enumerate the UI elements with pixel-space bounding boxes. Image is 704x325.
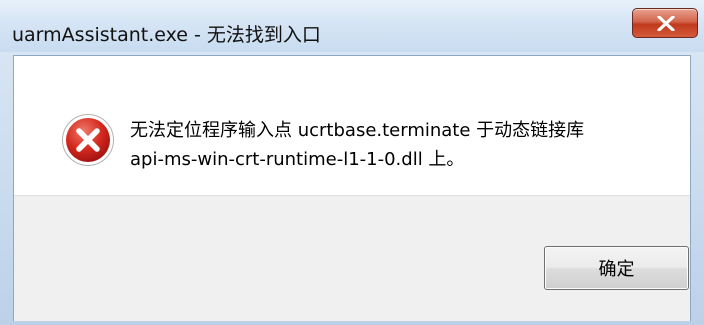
ok-button[interactable]: 确定 bbox=[544, 246, 689, 290]
button-bar: 确定 bbox=[14, 195, 690, 321]
title-bar[interactable]: uarmAssistant.exe - 无法找到入口 bbox=[0, 0, 704, 52]
message-line-2: api-ms-win-crt-runtime-l1-1-0.dll 上。 bbox=[130, 149, 465, 170]
message-area: 无法定位程序输入点 ucrtbase.terminate 于动态链接库 api-… bbox=[14, 56, 690, 195]
dialog-content: 无法定位程序输入点 ucrtbase.terminate 于动态链接库 api-… bbox=[13, 55, 691, 321]
error-icon bbox=[62, 114, 114, 166]
error-dialog: uarmAssistant.exe - 无法找到入口 无法定位程序输入点 ucr… bbox=[0, 0, 704, 325]
message-line-1: 无法定位程序输入点 ucrtbase.terminate 于动态链接库 bbox=[130, 120, 585, 141]
error-message: 无法定位程序输入点 ucrtbase.terminate 于动态链接库 api-… bbox=[130, 116, 584, 174]
window-title: uarmAssistant.exe - 无法找到入口 bbox=[12, 24, 321, 46]
close-icon bbox=[657, 16, 675, 31]
close-button[interactable] bbox=[632, 8, 698, 38]
